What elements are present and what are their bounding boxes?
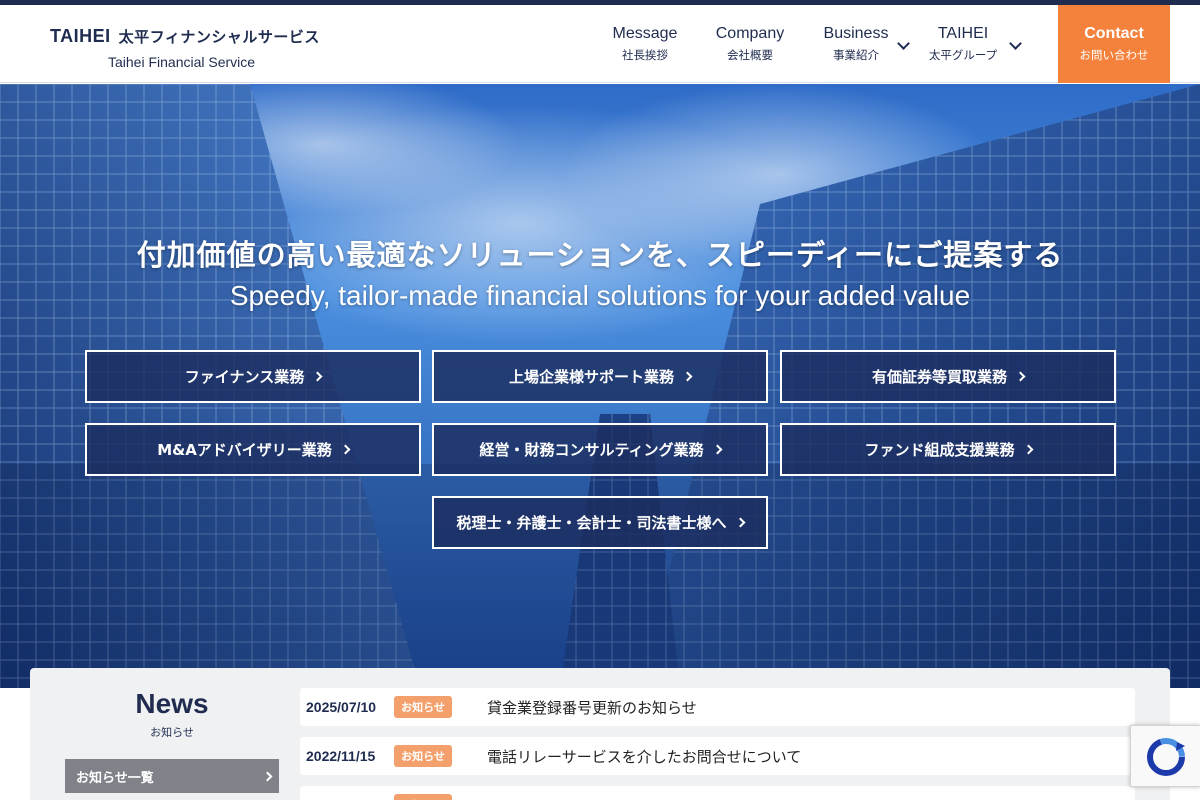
service-button-label: 上場企業様サポート業務	[508, 368, 674, 386]
hero-section: 付加価値の高い最適なソリューションを、スピーディーにご提案する Speedy, …	[0, 84, 1200, 688]
chevron-right-icon	[1023, 444, 1033, 455]
nav-taihei-group[interactable]: TAIHEI 太平グループ	[924, 5, 1022, 83]
news-list-button-label: お知らせ一覧	[76, 770, 154, 786]
news-item[interactable]: 2025/07/10 お知らせ 貸金業登録番号更新のお知らせ	[300, 688, 1135, 726]
logo-subtitle: Taihei Financial Service	[108, 54, 256, 70]
news-item-partial[interactable]: お知らせ	[300, 786, 1135, 800]
nav-company-label: Company	[715, 25, 785, 42]
nav-message[interactable]: Message 社長挨拶	[608, 5, 682, 83]
chevron-down-icon	[1009, 37, 1022, 50]
service-button-securities-purchase[interactable]: 有価証券等買取業務	[780, 350, 1116, 403]
service-button-professionals[interactable]: 税理士・弁護士・会計士・司法書士様へ	[432, 496, 768, 549]
news-category-badge: お知らせ	[394, 696, 452, 718]
chevron-right-icon	[1015, 371, 1026, 382]
service-button-label: 税理士・弁護士・会計士・司法書士様へ	[456, 514, 727, 532]
news-section: News お知らせ お知らせ一覧 2025/07/10 お知らせ 貸金業登録番号…	[30, 668, 1170, 800]
chevron-down-icon	[897, 37, 910, 50]
chevron-right-icon	[312, 371, 323, 382]
news-category-badge: お知らせ	[394, 745, 452, 767]
site-header: TAIHEI 太平フィナンシャルサービス Taihei Financial Se…	[0, 5, 1200, 83]
service-button-label: 有価証券等買取業務	[871, 368, 1007, 386]
service-button-fund-formation[interactable]: ファンド組成支援業務	[780, 423, 1116, 476]
service-button-ma-advisory[interactable]: M&Aアドバイザリー業務	[85, 423, 421, 476]
nav-taihei-label: TAIHEI	[937, 25, 989, 42]
chevron-right-icon	[682, 371, 693, 382]
hero-title: 付加価値の高い最適なソリューションを、スピーディーにご提案する	[136, 238, 1064, 272]
service-button-consulting[interactable]: 経営・財務コンサルティング業務	[432, 423, 768, 476]
news-title: 電話リレーサービスを介したお問合せについて	[487, 747, 802, 766]
recaptcha-icon	[1147, 738, 1185, 776]
chevron-right-icon	[735, 517, 745, 528]
recaptcha-badge[interactable]	[1130, 725, 1200, 787]
service-button-label: ファイナンス業務	[184, 368, 305, 386]
news-category-badge: お知らせ	[394, 794, 452, 800]
chevron-right-icon	[712, 444, 722, 455]
news-heading-jp: お知らせ	[150, 726, 194, 739]
contact-button[interactable]: Contact お問い合わせ	[1058, 5, 1170, 83]
chevron-right-icon	[262, 771, 273, 782]
nav-message-label: Message	[612, 25, 678, 42]
news-heading: News	[135, 688, 209, 719]
service-button-label: ファンド組成支援業務	[864, 441, 1015, 459]
news-date: 2022/11/15	[306, 748, 376, 764]
logo-text-jp: 太平フィナンシャルサービス	[118, 27, 320, 46]
nav-business-label: Business	[823, 25, 889, 42]
nav-message-sublabel: 社長挨拶	[622, 48, 668, 62]
service-button-finance[interactable]: ファイナンス業務	[85, 350, 421, 403]
nav-business-sublabel: 事業紹介	[833, 48, 879, 62]
news-list-button[interactable]: お知らせ一覧	[65, 759, 279, 793]
service-button-label: 経営・財務コンサルティング業務	[479, 441, 704, 459]
contact-button-sublabel: お問い合わせ	[1079, 48, 1149, 62]
news-date: 2025/07/10	[306, 699, 377, 715]
nav-company[interactable]: Company 会社概要	[712, 5, 788, 83]
logo-text-en: TAIHEI	[50, 25, 111, 46]
nav-company-sublabel: 会社概要	[727, 48, 773, 62]
chevron-right-icon	[340, 444, 351, 455]
service-button-listed-company-support[interactable]: 上場企業様サポート業務	[432, 350, 768, 403]
hero-subtitle: Speedy, tailor-made financial solutions …	[229, 280, 971, 311]
service-button-label: M&Aアドバイザリー業務	[157, 441, 332, 459]
contact-button-label: Contact	[1084, 25, 1144, 42]
site-logo[interactable]: TAIHEI 太平フィナンシャルサービス Taihei Financial Se…	[50, 25, 340, 71]
nav-business[interactable]: Business 事業紹介	[822, 5, 910, 83]
news-title: 貸金業登録番号更新のお知らせ	[487, 698, 697, 717]
news-item[interactable]: 2022/11/15 お知らせ 電話リレーサービスを介したお問合せについて	[300, 737, 1135, 775]
nav-taihei-sublabel: 太平グループ	[928, 48, 998, 62]
